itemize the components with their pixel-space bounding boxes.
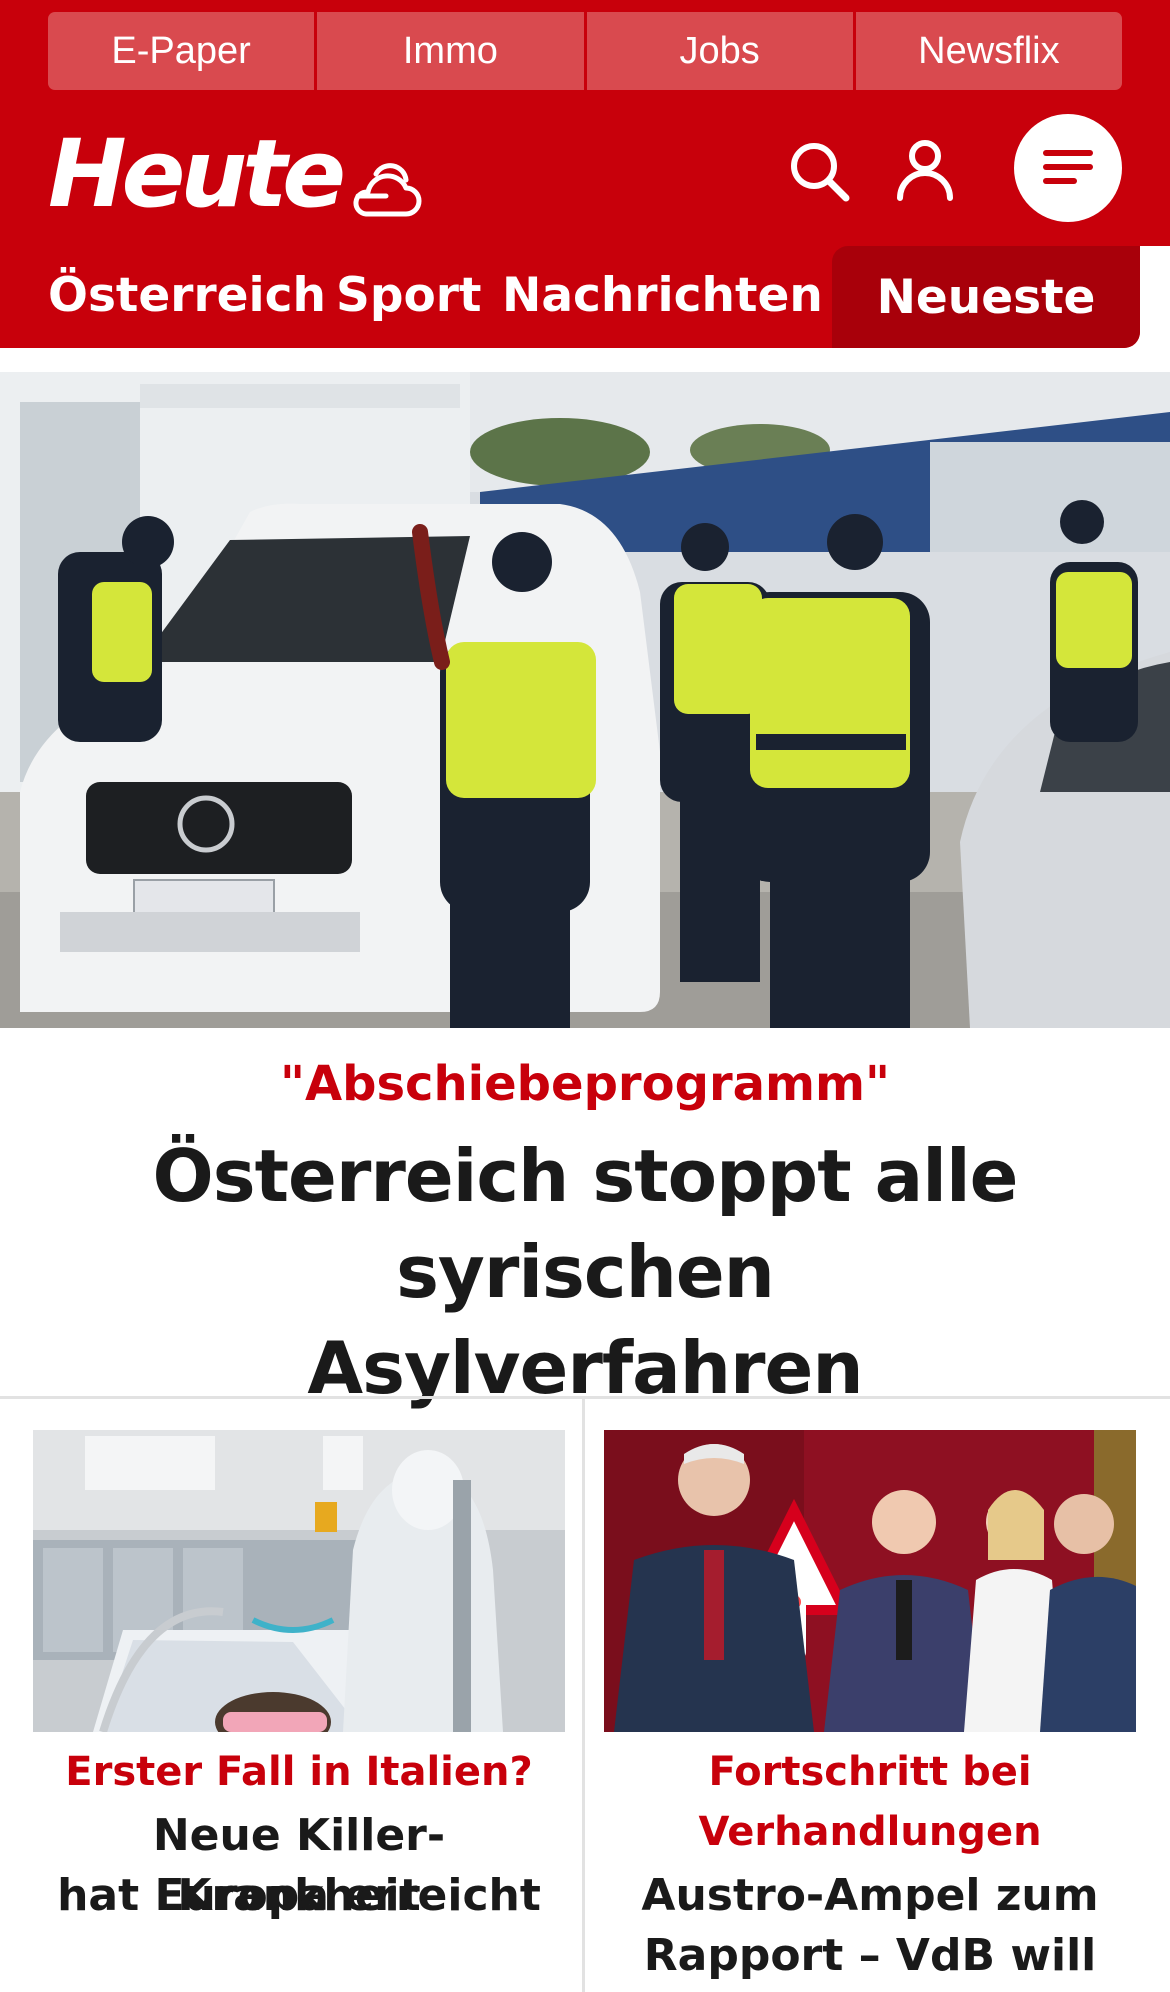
- topnav-item-immo[interactable]: Immo: [317, 12, 584, 90]
- topnav-item-jobs[interactable]: Jobs: [586, 12, 853, 90]
- teaser-image[interactable]: [33, 1430, 565, 1732]
- hero-kicker[interactable]: "Abschiebeprogramm": [0, 1056, 1170, 1112]
- teaser-image[interactable]: [604, 1430, 1136, 1732]
- teaser-kicker[interactable]: Verhandlungen: [604, 1802, 1136, 1862]
- brand-row: Heute: [0, 108, 1170, 228]
- user-icon[interactable]: [892, 136, 958, 202]
- hero-image[interactable]: [0, 372, 1170, 1028]
- hero-title-line: Asylverfahren: [307, 1326, 863, 1410]
- site-logo[interactable]: Heute: [48, 128, 346, 222]
- cloud-sun-icon[interactable]: [344, 152, 422, 218]
- section-item-sport[interactable]: Sport: [336, 270, 481, 322]
- menu-icon: [1040, 147, 1096, 190]
- topnav-item-epaper[interactable]: E-Paper: [48, 12, 315, 90]
- teaser-photo: [604, 1430, 1136, 1732]
- teaser-photo: [33, 1430, 565, 1732]
- section-item-neueste[interactable]: Neueste: [832, 246, 1140, 348]
- topnav-item-newsflix[interactable]: Newsflix: [855, 12, 1122, 90]
- teaser-title-line[interactable]: Austro-Ampel zum: [604, 1866, 1136, 1926]
- menu-button[interactable]: [1014, 114, 1122, 222]
- section-item-nachrichten[interactable]: Nachrichten: [502, 270, 823, 322]
- site-header: E-Paper Immo Jobs Newsflix Heute Österre…: [0, 0, 1170, 348]
- teaser-kicker[interactable]: Erster Fall in Italien?: [33, 1742, 565, 1802]
- search-icon[interactable]: [786, 138, 852, 204]
- section-item-oesterreich[interactable]: Österreich: [48, 270, 326, 322]
- hero-title-line: Österreich stoppt alle syrischen: [152, 1134, 1019, 1314]
- hero-photo: [0, 372, 1170, 1028]
- teaser-kicker[interactable]: Fortschritt bei: [604, 1742, 1136, 1802]
- top-navigation: E-Paper Immo Jobs Newsflix: [48, 12, 1122, 90]
- teaser-title-line[interactable]: Rapport – VdB will: [604, 1926, 1136, 1986]
- teaser-title-line[interactable]: hat Europa erreicht: [33, 1866, 565, 1926]
- section-divider: [0, 1396, 1170, 1399]
- hero-title[interactable]: Österreich stoppt alle syrischen Asylver…: [20, 1128, 1150, 1416]
- section-navigation: Österreich Sport Nachrichten Neueste: [0, 246, 1170, 348]
- column-divider: [582, 1399, 585, 1992]
